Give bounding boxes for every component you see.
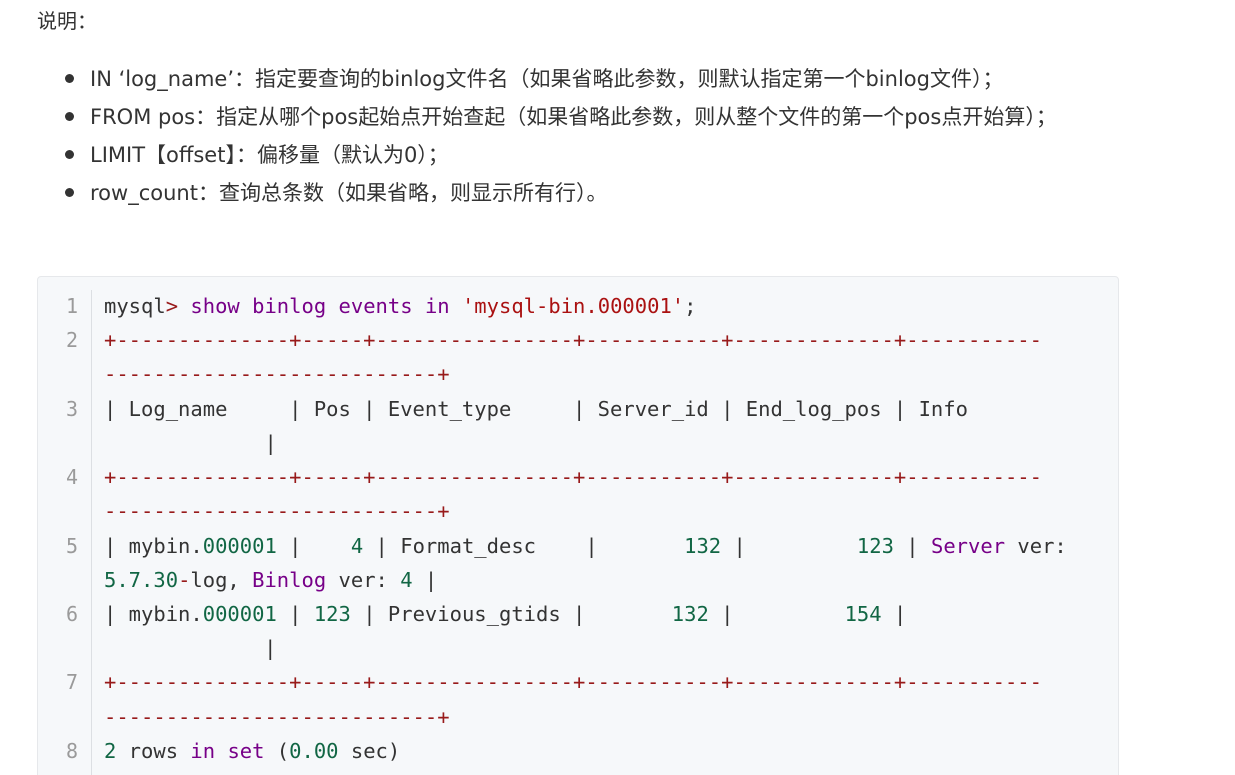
bullet-dot bbox=[65, 74, 74, 83]
code-line-border-wrap: ---------------------------+ bbox=[104, 499, 450, 523]
intro-label: 说明： bbox=[37, 9, 97, 33]
code-line-border: +--------------+-----+----------------+-… bbox=[104, 465, 1042, 489]
code-token: | bbox=[893, 534, 931, 558]
code-token: sec) bbox=[338, 739, 401, 763]
line-number: 4 bbox=[65, 465, 78, 489]
gutter-divider bbox=[91, 290, 92, 775]
code-token: ; bbox=[684, 294, 697, 318]
bullet-dot bbox=[65, 188, 74, 197]
list-item: IN ‘log_name’：指定要查询的binlog文件名（如果省略此参数，则默… bbox=[65, 60, 1130, 98]
code-token: mysql bbox=[104, 294, 166, 318]
code-token: ver: bbox=[1005, 534, 1067, 558]
code-line-row-wrap: 5.7.30-log, Binlog ver: 4 | bbox=[104, 563, 437, 597]
code-token: 132 bbox=[684, 534, 722, 558]
code-token: | bbox=[881, 602, 907, 626]
line-number: 8 bbox=[65, 739, 78, 763]
code-token: in bbox=[190, 739, 216, 763]
code-line-header: | Log_name | Pos | Event_type | Server_i… bbox=[104, 397, 968, 421]
bullet-dot bbox=[65, 150, 74, 159]
line-number: 7 bbox=[65, 670, 78, 694]
code-token: 132 bbox=[671, 602, 709, 626]
code-token: show bbox=[190, 294, 240, 318]
bullet-dot bbox=[65, 112, 74, 121]
code-token: rows bbox=[116, 739, 191, 763]
code-token: 5.7.30 bbox=[104, 568, 179, 592]
code-line-row-wrap: | bbox=[116, 636, 277, 660]
code-line-border-wrap: ---------------------------+ bbox=[104, 705, 450, 729]
line-number: 6 bbox=[65, 602, 78, 626]
code-token: 123 bbox=[313, 602, 351, 626]
code-token: set bbox=[227, 739, 265, 763]
line-number: 5 bbox=[65, 534, 78, 558]
code-line-header-wrap: | bbox=[104, 431, 277, 455]
list-item: FROM pos：指定从哪个pos起始点开始查起（如果省略此参数，则从整个文件的… bbox=[65, 98, 1130, 136]
code-token: > bbox=[165, 294, 179, 318]
parameter-list: IN ‘log_name’：指定要查询的binlog文件名（如果省略此参数，则默… bbox=[65, 60, 1130, 212]
code-token: | bbox=[412, 568, 438, 592]
list-item-text: IN ‘log_name’：指定要查询的binlog文件名（如果省略此参数，则默… bbox=[90, 67, 1004, 91]
code-line-border: +--------------+-----+----------------+-… bbox=[104, 328, 1042, 352]
code-token: binlog bbox=[252, 294, 327, 318]
code-line-command: mysql> show binlog events in 'mysql-bin.… bbox=[104, 289, 696, 323]
code-token: log, bbox=[190, 568, 253, 592]
code-token: Binlog bbox=[252, 568, 327, 592]
list-item-text: row_count：查询总条数（如果省略，则显示所有行）。 bbox=[90, 181, 608, 205]
list-item-text: FROM pos：指定从哪个pos起始点开始查起（如果省略此参数，则从整个文件的… bbox=[90, 105, 1057, 129]
code-token: ver: bbox=[326, 568, 401, 592]
code-line-summary: 2 rows in set (0.00 sec) bbox=[104, 734, 400, 768]
code-line-border-wrap: ---------------------------+ bbox=[104, 362, 450, 386]
code-line-row: | mybin.000001 | 123 | Previous_gtids | … bbox=[104, 597, 906, 631]
code-token: | Format_desc | bbox=[363, 534, 685, 558]
line-number: 1 bbox=[65, 294, 78, 318]
code-token: Server bbox=[930, 534, 1006, 558]
code-token: 123 bbox=[856, 534, 894, 558]
code-token: 000001 bbox=[202, 534, 277, 558]
code-token: 'mysql-bin.000001' bbox=[461, 294, 685, 318]
code-token: 0.00 bbox=[289, 739, 339, 763]
code-token: | mybin. bbox=[104, 602, 203, 626]
code-token: 2 bbox=[104, 739, 117, 763]
code-token: | bbox=[276, 602, 314, 626]
code-token: in bbox=[424, 294, 450, 318]
code-token: | mybin. bbox=[104, 534, 203, 558]
code-line-row: | mybin.000001 | 4 | Format_desc | 132 |… bbox=[104, 529, 1067, 563]
code-token: ( bbox=[264, 739, 290, 763]
list-item-text: LIMIT【offset】：偏移量（默认为0）； bbox=[90, 143, 449, 167]
code-token: events bbox=[338, 294, 413, 318]
code-token: 154 bbox=[844, 602, 882, 626]
code-token: 000001 bbox=[202, 602, 277, 626]
code-token: | bbox=[276, 534, 351, 558]
list-item: row_count：查询总条数（如果省略，则显示所有行）。 bbox=[65, 174, 1130, 212]
list-item: LIMIT【offset】：偏移量（默认为0）； bbox=[65, 136, 1130, 174]
code-token: 4 bbox=[350, 534, 364, 558]
code-line-border: +--------------+-----+----------------+-… bbox=[104, 670, 1042, 694]
line-number: 2 bbox=[65, 328, 78, 352]
code-token: 4 bbox=[400, 568, 413, 592]
code-token: | Previous_gtids | bbox=[350, 602, 672, 626]
line-number: 3 bbox=[65, 397, 78, 421]
code-token: - bbox=[178, 568, 191, 592]
code-token: | bbox=[721, 534, 857, 558]
code-token: | bbox=[708, 602, 845, 626]
